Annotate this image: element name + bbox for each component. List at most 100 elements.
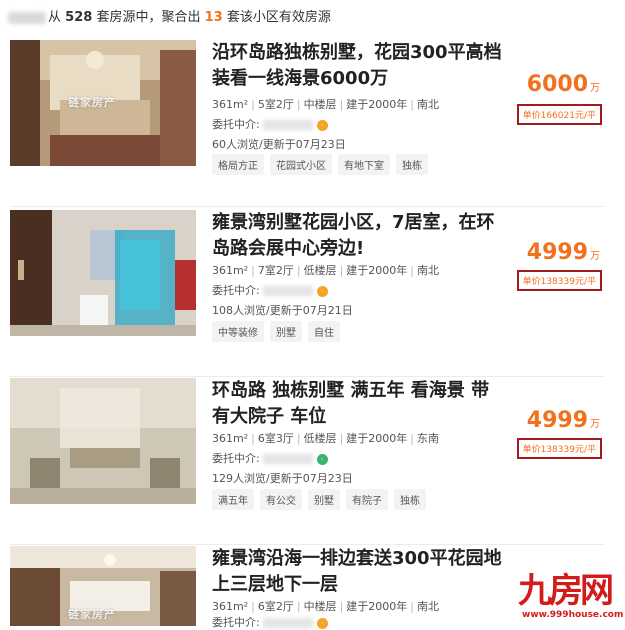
listing-area: 361m² (212, 264, 249, 277)
price-value: 4999 (526, 240, 588, 265)
listing-floor: 低楼层 (303, 264, 337, 277)
unit-price: 单价138339元/平 (516, 270, 602, 291)
view-count: 129人浏览 (212, 472, 266, 485)
total-price: 4999 万 (527, 240, 600, 265)
tag: 别墅 (308, 489, 340, 510)
blurred-agent (262, 286, 313, 296)
updated-date: 更新于07月23日 (269, 472, 353, 485)
listing-title[interactable]: 环岛路 独栋别墅 满五年 看海景 带有大院子 车位 (212, 378, 502, 430)
listing-area: 361m² (212, 98, 249, 111)
summary-total: 528 (65, 10, 93, 25)
listing-info: 361m² | 5室2厅 | 中楼层 | 建于2000年 | 南北 (212, 98, 439, 111)
tag-list: 满五年 有公交 别墅 有院子 独栋 (212, 489, 426, 510)
blurred-agent (262, 454, 313, 464)
listing-title[interactable]: 雍景湾沿海一排边套送300平花园地上三层地下一层 (212, 546, 502, 598)
tag: 花园式小区 (270, 154, 332, 175)
listing-built: 建于2000年 (346, 600, 408, 613)
summary-count: 13 (204, 10, 223, 25)
price-unit: 万 (590, 83, 600, 94)
agent-row: 委托中介: · (212, 450, 328, 466)
listing-card[interactable]: 环岛路 独栋别墅 满五年 看海景 带有大院子 车位 361m² | 6室3厅 | 低楼层… (0, 378, 625, 545)
price-unit: 万 (590, 419, 600, 430)
divider (10, 376, 605, 377)
tag: 独栋 (396, 154, 428, 175)
tag-list: 中等装修 别墅 自住 (212, 321, 340, 342)
summary-suffix: 套该小区有效房源 (226, 10, 331, 25)
tag: 自住 (308, 321, 340, 342)
listing-photo[interactable]: 链家房产 (10, 40, 196, 166)
listing-orientation: 东南 (417, 432, 439, 445)
views-row: 108人浏览/更新于07月21日 (212, 304, 353, 317)
listing-info: 361m² | 6室2厅 | 中楼层 | 建于2000年 | 南北 (212, 600, 439, 613)
summary-prefix: 从 (48, 10, 62, 25)
agent-badge-icon: · (316, 285, 328, 297)
listing-built: 建于2000年 (346, 264, 408, 277)
listing-layout: 6室3厅 (257, 432, 294, 445)
listing-area: 361m² (212, 432, 249, 445)
tag: 有地下室 (338, 154, 390, 175)
agent-label: 委托中介: (212, 284, 260, 297)
updated-date: 更新于07月21日 (269, 304, 353, 317)
agent-row: 委托中介: · (212, 116, 328, 132)
total-price: 4999 万 (527, 408, 600, 433)
site-logo: 九房网 www.999house.com (518, 571, 623, 624)
listing-info: 361m² | 7室2厅 | 低楼层 | 建于2000年 | 南北 (212, 264, 439, 277)
listing-photo[interactable] (10, 378, 196, 504)
listing-layout: 6室2厅 (257, 600, 294, 613)
tag: 格局方正 (212, 154, 264, 175)
tag: 中等装修 (212, 321, 264, 342)
dining-room-photo (10, 378, 196, 504)
unit-price: 单价138339元/平 (516, 438, 602, 459)
views-row: 129人浏览/更新于07月23日 (212, 472, 353, 485)
agent-label: 委托中介: (212, 616, 260, 629)
divider (10, 544, 605, 545)
agent-row: 委托中介: · (212, 282, 328, 298)
view-count: 60人浏览 (212, 138, 259, 151)
blurred-agent (262, 618, 313, 628)
listing-floor: 中楼层 (303, 98, 337, 111)
agent-row: 委托中介: · (212, 614, 328, 630)
bathroom-photo (10, 210, 196, 336)
photo-watermark: 链家房产 (68, 608, 116, 621)
price-unit: 万 (590, 251, 600, 262)
divider (10, 206, 605, 207)
listing-layout: 7室2厅 (257, 264, 294, 277)
listing-floor: 中楼层 (303, 600, 337, 613)
listing-card[interactable]: 雍景湾别墅花园小区，7居室，在环岛路会展中心旁边! 361m² | 7室2厅 | 低楼层… (0, 210, 625, 377)
agent-label: 委托中介: (212, 452, 260, 465)
tag-list: 格局方正 花园式小区 有地下室 独栋 (212, 154, 428, 175)
listing-area: 361m² (212, 600, 249, 613)
blurred-agent (262, 120, 313, 130)
updated-date: 更新于07月23日 (262, 138, 346, 151)
tag: 独栋 (394, 489, 426, 510)
tag: 有公交 (260, 489, 302, 510)
listing-orientation: 南北 (417, 264, 439, 277)
results-summary: 从 528 套房源中，聚合出 13 套该小区有效房源 (8, 4, 331, 32)
listing-orientation: 南北 (417, 600, 439, 613)
listing-floor: 低楼层 (303, 432, 337, 445)
views-row: 60人浏览/更新于07月23日 (212, 138, 346, 151)
view-count: 108人浏览 (212, 304, 266, 317)
agent-badge-icon: · (316, 453, 328, 465)
agent-label: 委托中介: (212, 118, 260, 131)
agent-badge-icon: · (316, 617, 328, 629)
listing-orientation: 南北 (417, 98, 439, 111)
listing-layout: 5室2厅 (257, 98, 294, 111)
logo-text: 九房网 (518, 571, 614, 611)
tag: 满五年 (212, 489, 254, 510)
listing-title[interactable]: 雍景湾别墅花园小区，7居室，在环岛路会展中心旁边! (212, 210, 502, 262)
logo-url: www.999house.com (522, 610, 624, 620)
price-value: 6000 (526, 72, 588, 97)
listing-photo[interactable]: 链家房产 (10, 546, 196, 626)
total-price: 6000 万 (527, 72, 600, 97)
listing-built: 建于2000年 (346, 432, 408, 445)
agent-badge-icon: · (316, 119, 328, 131)
listing-card[interactable]: 链家房产 沿环岛路独栋别墅，花园300平高档装看一线海景6000万 361m² |… (0, 40, 625, 207)
listing-title[interactable]: 沿环岛路独栋别墅，花园300平高档装看一线海景6000万 (212, 40, 502, 92)
listing-built: 建于2000年 (346, 98, 408, 111)
listing-photo[interactable] (10, 210, 196, 336)
photo-watermark: 链家房产 (68, 96, 116, 109)
price-value: 4999 (526, 408, 588, 433)
blurred-location (8, 11, 46, 24)
summary-middle: 套房源中，聚合出 (96, 10, 201, 25)
